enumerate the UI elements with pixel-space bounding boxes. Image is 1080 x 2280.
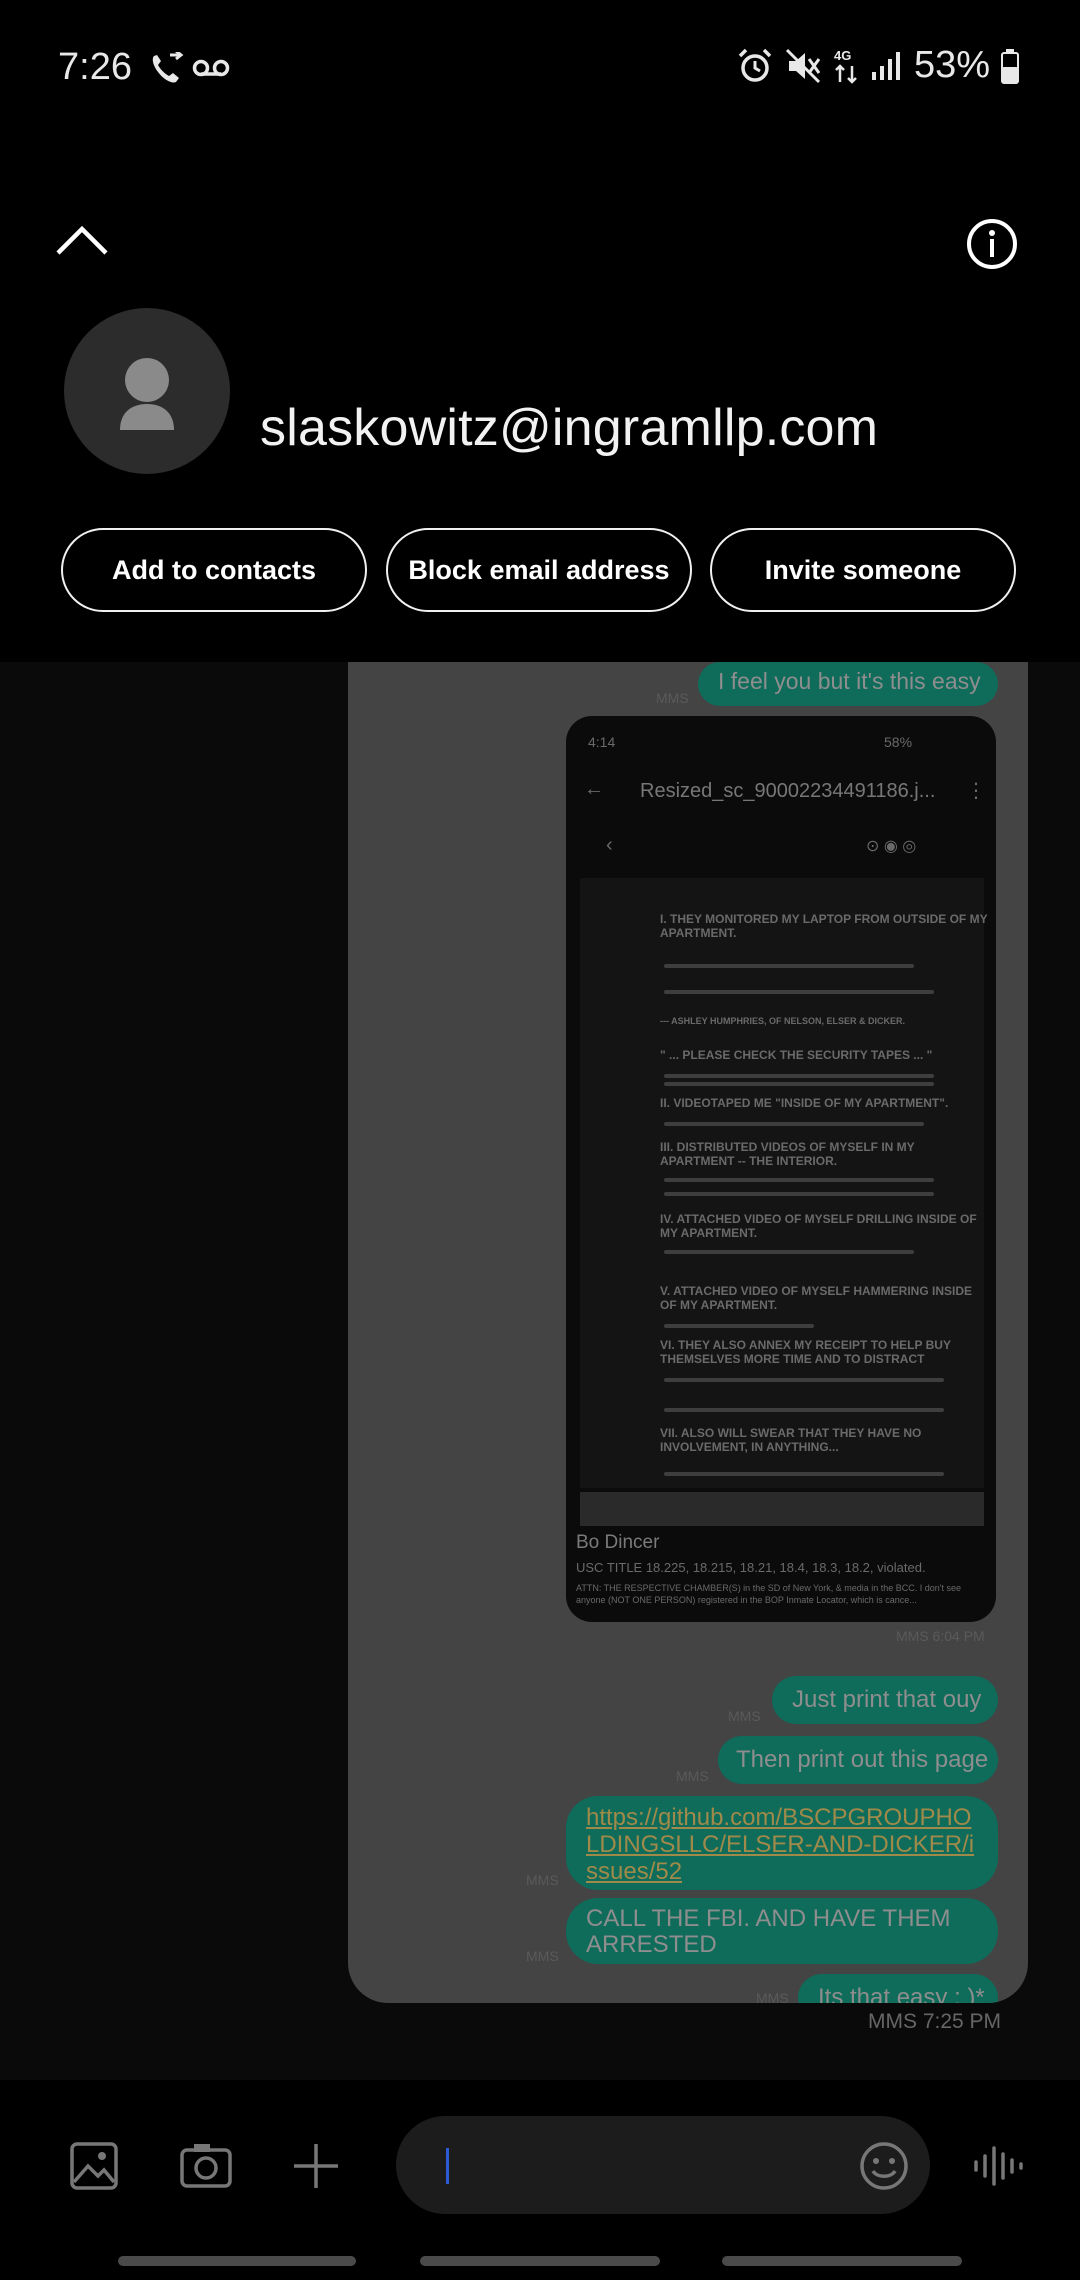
gallery-icon [70, 2142, 118, 2190]
inner-file-title: Resized_sc_90002234491186.j... [640, 780, 936, 802]
inner-document: I. THEY MONITORED MY LAPTOP FROM OUTSIDE… [580, 878, 987, 1488]
doc-line [664, 1324, 814, 1328]
gallery-button[interactable] [68, 2140, 120, 2197]
doc-line [664, 990, 934, 994]
nav-home[interactable] [420, 2256, 660, 2266]
svg-text:4G: 4G [834, 48, 851, 63]
inner-caption-line: USC TITLE 18.225, 18.215, 18.21, 18.4, 1… [576, 1560, 926, 1575]
conversation-timestamp: MMS 7:25 PM [868, 2010, 1002, 2033]
doc-heading: " ... PLEASE CHECK THE SECURITY TAPES ..… [660, 1048, 933, 1062]
doc-line [664, 1082, 934, 1086]
invite-someone-button[interactable]: Invite someone [710, 528, 1016, 612]
inner-caption-detail: ATTN: THE RESPECTIVE CHAMBER(S) in the S… [576, 1583, 962, 1605]
doc-heading: VI. THEY ALSO ANNEX MY RECEIPT TO HELP B… [660, 1338, 951, 1366]
camera-button[interactable] [178, 2140, 234, 2197]
doc-line [664, 1408, 944, 1412]
status-icons: 4G 53% [736, 44, 1020, 87]
block-email-button[interactable]: Block email address [386, 528, 692, 612]
camera-icon [180, 2144, 232, 2188]
inner-more-icon: ⋮ [966, 780, 986, 802]
chevron-up-icon [56, 225, 108, 255]
contact-email[interactable]: slaskowitz@ingramllp.com [260, 398, 878, 458]
emoji-button[interactable] [858, 2140, 910, 2197]
image-timestamp: MMS 6:04 PM [896, 1628, 985, 1644]
inner-caption-name: Bo Dincer [576, 1532, 660, 1553]
inner-toolbar-icons: ⊙ ◉ ◎ [866, 838, 917, 855]
inner-prev-icon: ‹ [606, 834, 613, 856]
doc-line [664, 1192, 934, 1196]
add-button[interactable] [290, 2140, 342, 2197]
4g-data-icon: 4G [834, 48, 857, 84]
doc-line [664, 1250, 914, 1254]
inner-status-time: 4:14 [588, 734, 616, 750]
info-icon [967, 219, 1017, 269]
doc-heading: II. VIDEOTAPED ME "INSIDE OF MY APARTMEN… [660, 1096, 949, 1110]
message-input[interactable] [396, 2116, 930, 2214]
inner-back-icon: ← [584, 778, 604, 800]
doc-heading: IV. ATTACHED VIDEO OF MYSELF DRILLING IN… [660, 1212, 977, 1240]
message-bubble[interactable]: CALL THE FBI. AND HAVE THEM ARRESTED [566, 1898, 998, 1964]
inner-thumbnail-strip [580, 1492, 984, 1526]
inner-status-battery: 58% [884, 734, 913, 750]
voicemail-icon [192, 58, 230, 83]
mms-label: MMS [728, 1708, 761, 1724]
attached-screenshot[interactable]: 4:14 58% ← Resized_sc_90002234491186.j..… [566, 716, 996, 1622]
mute-icon [785, 48, 821, 83]
signal-icon [871, 51, 900, 80]
status-time: 7:26 [58, 46, 132, 88]
battery-icon [1001, 48, 1019, 84]
mms-label: MMS [676, 1768, 709, 1784]
doc-heading: I. THEY MONITORED MY LAPTOP FROM OUTSIDE… [660, 912, 988, 940]
doc-line [664, 1378, 944, 1382]
emoji-icon [860, 2142, 908, 2190]
collapse-button[interactable] [46, 205, 118, 277]
message-bubble[interactable]: Then print out this page [718, 1736, 998, 1784]
doc-line [664, 1074, 934, 1078]
nav-back[interactable] [722, 2256, 962, 2266]
nav-recent-apps[interactable] [118, 2256, 356, 2266]
message-bubble[interactable]: Its that easy : )* [798, 1974, 998, 2003]
add-icon [294, 2144, 338, 2188]
voice-input-button[interactable] [970, 2140, 1026, 2197]
mms-label: MMS [756, 1990, 789, 2003]
add-to-contacts-button[interactable]: Add to contacts [61, 528, 367, 612]
doc-heading: V. ATTACHED VIDEO OF MYSELF HAMMERING IN… [660, 1284, 973, 1312]
doc-line [664, 1472, 944, 1476]
doc-heading: III. DISTRIBUTED VIDEOS OF MYSELF IN MY … [660, 1140, 915, 1168]
mms-label: MMS [656, 690, 689, 706]
message-bubble[interactable]: I feel you but it's this easy [698, 662, 998, 706]
message-bubble[interactable]: Just print that ouy [772, 1676, 998, 1724]
text-cursor [446, 2148, 449, 2184]
doc-heading: VII. ALSO WILL SWEAR THAT THEY HAVE NO I… [660, 1426, 922, 1454]
doc-line [664, 1178, 934, 1182]
doc-line [664, 964, 914, 968]
battery-percent: 53% [913, 44, 990, 86]
voice-input-icon [974, 2146, 1023, 2186]
doc-heading: --- ASHLEY HUMPHRIES, OF NELSON, ELSER &… [660, 1016, 906, 1026]
doc-line [664, 1122, 924, 1126]
conversation-area: I feel you but it's this easy MMS 4:14 5… [0, 662, 1080, 2080]
image-preview[interactable]: I feel you but it's this easy MMS 4:14 5… [348, 662, 1028, 2003]
link-bubble[interactable]: https://github.com/BSCPGROUPHOLDINGSLLC/… [566, 1796, 998, 1890]
info-button[interactable] [954, 206, 1030, 282]
person-icon [120, 358, 174, 430]
avatar [64, 308, 230, 474]
alarm-icon [738, 48, 772, 82]
call-forward-icon [148, 49, 184, 91]
mms-label: MMS [526, 1948, 559, 1964]
mms-label: MMS [526, 1872, 559, 1888]
